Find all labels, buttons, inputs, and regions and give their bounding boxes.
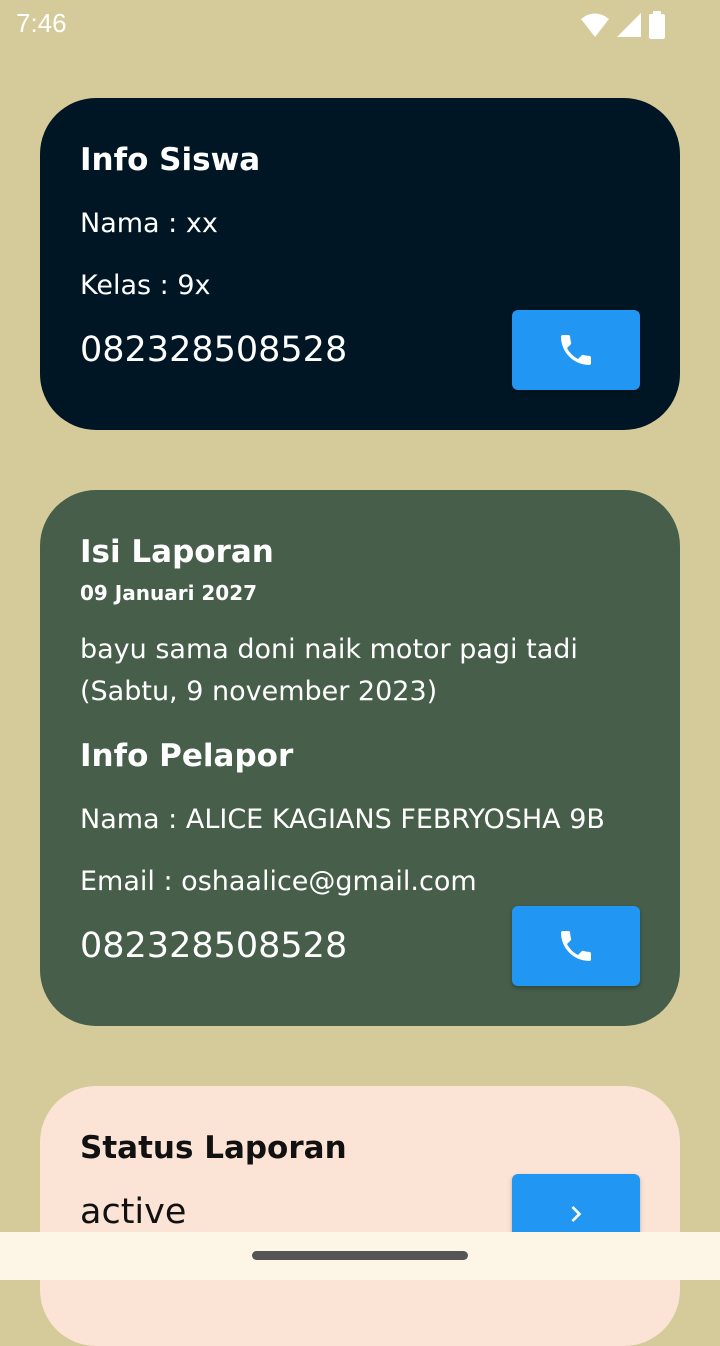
laporan-content: bayu sama doni naik motor pagi tadi (Sab… <box>80 634 578 707</box>
info-siswa-card: Info Siswa Nama : xx Kelas : 9x 08232850… <box>40 98 680 430</box>
info-pelapor-title: Info Pelapor <box>80 738 294 774</box>
wifi-icon <box>581 13 609 37</box>
status-laporan-title: Status Laporan <box>80 1130 347 1166</box>
info-siswa-title: Info Siswa <box>80 142 261 178</box>
navigation-bar <box>0 1232 720 1280</box>
home-gesture-handle[interactable] <box>252 1251 468 1260</box>
phone-icon <box>561 931 591 961</box>
siswa-nama: Nama : xx <box>80 208 218 239</box>
battery-icon <box>649 11 665 39</box>
status-icons <box>580 11 666 39</box>
status-value: active <box>80 1192 187 1232</box>
call-pelapor-button[interactable] <box>512 906 640 986</box>
pelapor-phone-number: 082328508528 <box>80 926 348 966</box>
laporan-date: 09 Januari 2027 <box>80 581 258 605</box>
chevron-right-icon <box>571 1206 582 1222</box>
call-siswa-button[interactable] <box>512 310 640 390</box>
cell-signal-icon <box>617 13 641 37</box>
status-bar: 7:46 <box>0 0 720 48</box>
isi-laporan-title: Isi Laporan <box>80 534 274 570</box>
phone-icon <box>561 335 591 365</box>
pelapor-nama: Nama : ALICE KAGIANS FEBRYOSHA 9B <box>80 804 605 835</box>
laporan-card: Isi Laporan 09 Januari 2027 bayu sama do… <box>40 490 680 1026</box>
status-time: 7:46 <box>16 8 67 38</box>
pelapor-email: Email : oshaalice@gmail.com <box>80 866 477 897</box>
status-laporan-card: Status Laporan active <box>40 1086 680 1346</box>
siswa-kelas: Kelas : 9x <box>80 270 211 301</box>
siswa-phone-number: 082328508528 <box>80 330 348 370</box>
